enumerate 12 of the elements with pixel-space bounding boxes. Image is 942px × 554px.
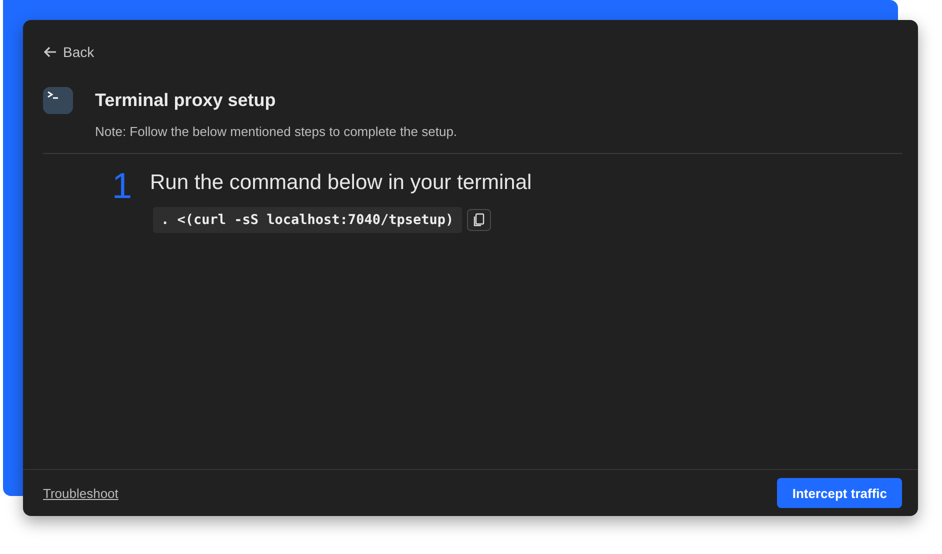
terminal-icon [43, 87, 73, 114]
back-link[interactable]: Back [43, 44, 94, 60]
troubleshoot-link[interactable]: Troubleshoot [43, 486, 118, 500]
command-text: . <(curl -sS localhost:7040/tpsetup) [153, 207, 462, 233]
setup-note: Note: Follow the below mentioned steps to complete the setup. [95, 124, 458, 139]
step-number: 1 [110, 168, 132, 208]
copy-icon [472, 213, 485, 227]
step-title: Run the command below in your terminal [150, 171, 532, 195]
intercept-traffic-button[interactable]: Intercept traffic [777, 478, 902, 508]
dialog-title: Terminal proxy setup [95, 90, 277, 111]
back-arrow-icon [43, 46, 57, 58]
copy-button[interactable] [466, 209, 491, 231]
